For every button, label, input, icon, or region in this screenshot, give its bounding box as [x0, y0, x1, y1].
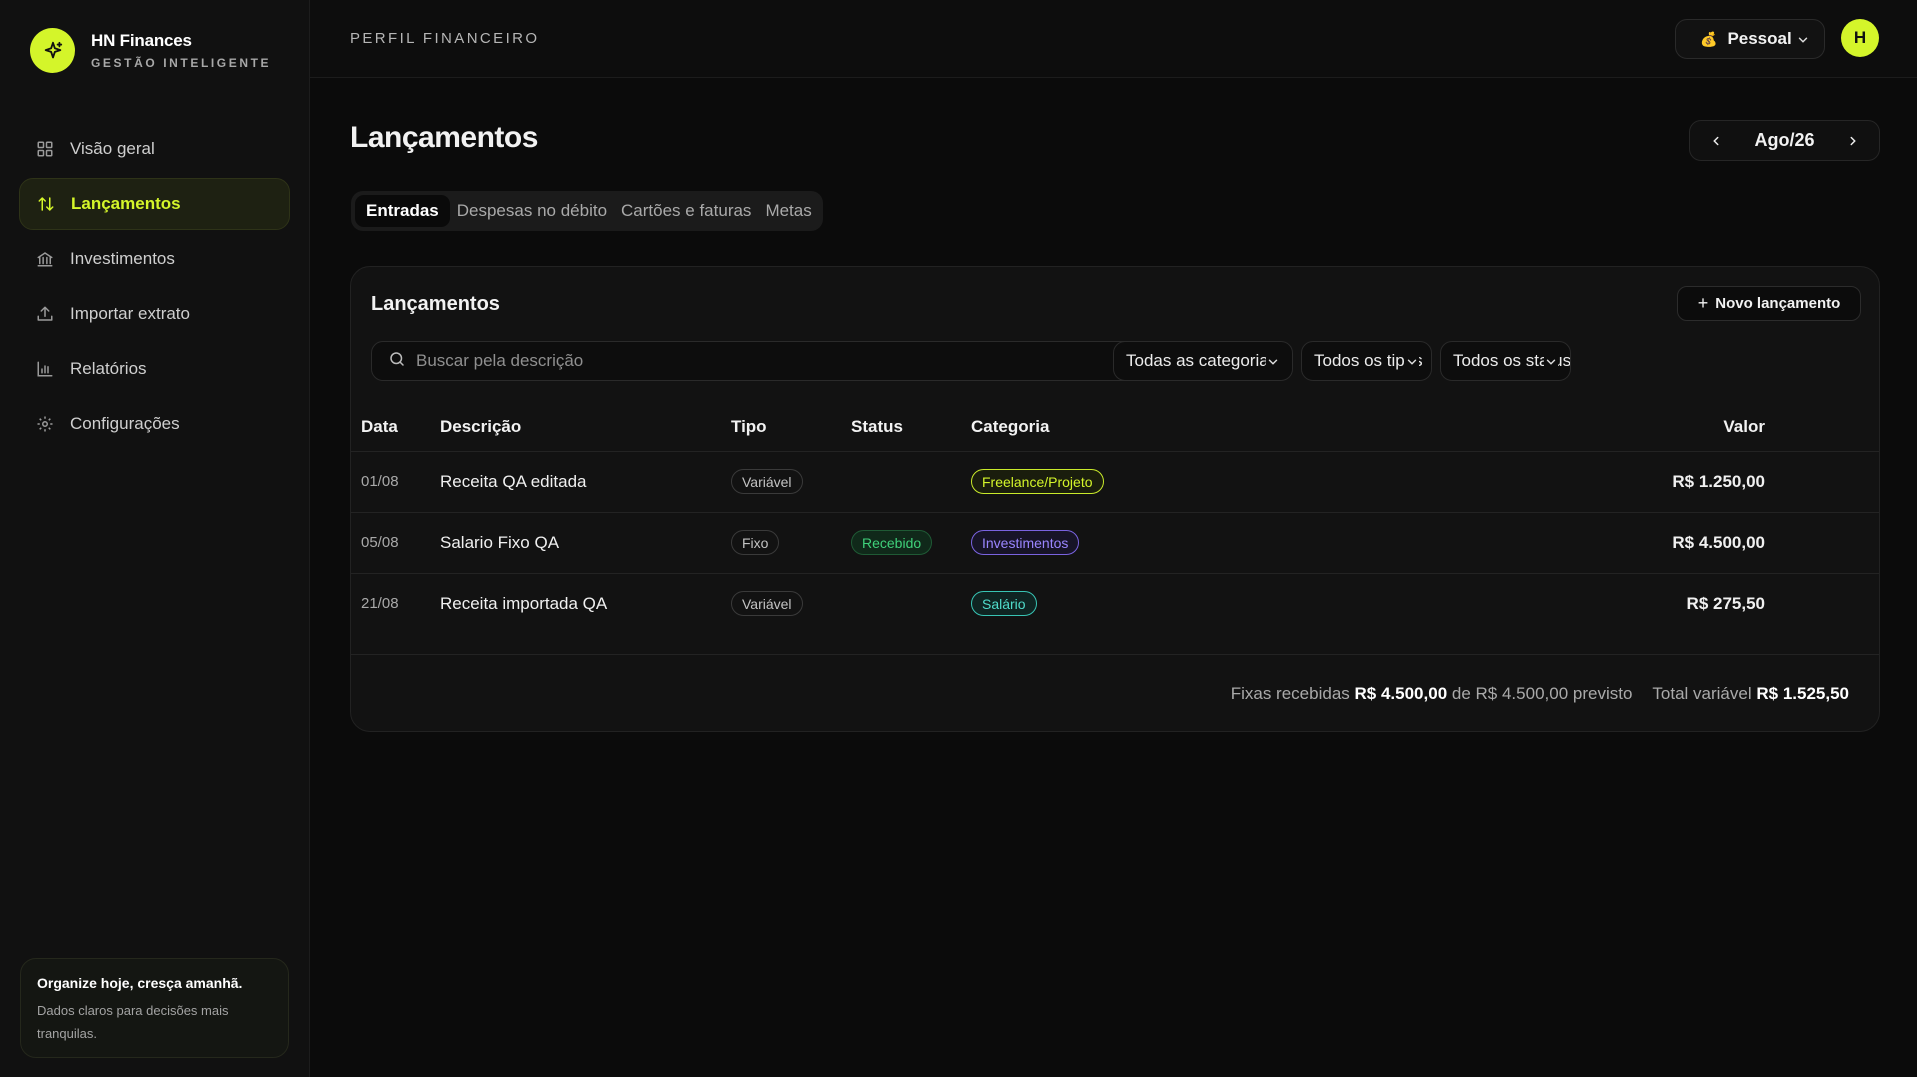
totals-footer: Fixas recebidas R$ 4.500,00 de R$ 4.500,… [351, 654, 1879, 732]
tab-cartoes-faturas[interactable]: Cartões e faturas [614, 195, 758, 227]
topbar: PERFIL FINANCEIRO 💰 Pessoal H [310, 0, 1917, 78]
tab-metas[interactable]: Metas [758, 195, 818, 227]
category-badge: Investimentos [971, 530, 1080, 555]
chevron-down-icon [1544, 354, 1558, 374]
transactions-table: Data Descrição Tipo Status Categoria Val… [351, 402, 1879, 635]
sidebar-item-label: Lançamentos [71, 194, 181, 213]
sidebar-item-relatorios[interactable]: Relatórios [19, 343, 290, 395]
category-filter[interactable]: Todas as categorias [1113, 341, 1293, 381]
tip-body: Dados claros para decisões mais tranquil… [37, 1003, 229, 1041]
status-filter[interactable]: Todos os status [1440, 341, 1571, 381]
column-status[interactable]: Status [851, 417, 903, 437]
chevron-down-icon [1266, 354, 1280, 374]
month-navigator: Ago/26 [1689, 120, 1880, 161]
plus-icon: + [1697, 293, 1709, 313]
profile-select[interactable]: 💰 Pessoal [1675, 19, 1825, 59]
row-value: R$ 1.250,00 [1672, 472, 1765, 491]
table-row[interactable]: 01/08 Receita QA editada Variável Freela… [351, 452, 1879, 513]
row-value: R$ 275,50 [1686, 594, 1765, 613]
sidebar-item-label: Configurações [70, 414, 180, 433]
tabs: Entradas Despesas no débito Cartões e fa… [351, 191, 823, 231]
bank-icon [35, 249, 55, 269]
column-category[interactable]: Categoria [971, 417, 1049, 437]
tab-despesas-debito[interactable]: Despesas no débito [450, 195, 614, 227]
column-date[interactable]: Data [361, 417, 398, 437]
type-badge: Fixo [731, 530, 780, 555]
new-transaction-label: Novo lançamento [1715, 295, 1841, 312]
tip-title: Organize hoje, cresça amanhã. [37, 975, 243, 991]
chevron-left-icon[interactable] [1706, 131, 1726, 151]
row-date: 05/08 [361, 534, 399, 551]
sparkle-icon [30, 28, 75, 73]
table-row[interactable]: 21/08 Receita importada QA Variável Salá… [351, 574, 1879, 635]
sidebar-item-importar-extrato[interactable]: Importar extrato [19, 288, 290, 340]
sidebar-nav: Visão geral Lançamentos Investimentos Im… [19, 123, 290, 453]
fixed-label: Fixas recebidas [1230, 683, 1350, 703]
sidebar-item-label: Visão geral [70, 139, 155, 158]
new-transaction-button[interactable]: + Novo lançamento [1677, 286, 1861, 321]
variable-value: R$ 1.525,50 [1756, 683, 1849, 703]
fixed-expected: de R$ 4.500,00 previsto [1451, 683, 1633, 703]
category-badge: Freelance/Projeto [971, 469, 1104, 494]
gear-icon [35, 414, 55, 434]
month-label: Ago/26 [1754, 130, 1815, 150]
tab-entradas[interactable]: Entradas [355, 195, 450, 227]
page-title: Lançamentos [350, 121, 538, 154]
category-filter-value: Todas as categorias [1126, 351, 1278, 370]
column-description[interactable]: Descrição [440, 417, 521, 437]
sidebar-item-label: Relatórios [70, 359, 147, 378]
sidebar-item-label: Investimentos [70, 249, 175, 268]
arrows-up-down-icon [36, 194, 56, 214]
tip-card: Organize hoje, cresça amanhã. Dados clar… [20, 958, 289, 1058]
type-filter[interactable]: Todos os tipos [1301, 341, 1432, 381]
category-badge: Salário [971, 591, 1037, 616]
chevron-down-icon [1796, 32, 1810, 52]
bar-chart-icon [35, 359, 55, 379]
variable-label: Total variável [1652, 683, 1752, 703]
row-description: Receita QA editada [440, 472, 587, 491]
sidebar-item-visao-geral[interactable]: Visão geral [19, 123, 290, 175]
topbar-title: PERFIL FINANCEIRO [350, 30, 540, 47]
chevron-down-icon [1405, 354, 1419, 374]
row-description: Salario Fixo QA [440, 533, 560, 552]
transactions-card: Lançamentos + Novo lançamento Todas as c… [350, 266, 1880, 732]
table-row[interactable]: 05/08 Salario Fixo QA Fixo Recebido Inve… [351, 513, 1879, 574]
row-date: 21/08 [361, 595, 399, 612]
sidebar-item-lancamentos[interactable]: Lançamentos [19, 178, 290, 230]
brand-name: HN Finances [91, 31, 192, 50]
grid-icon [35, 139, 55, 159]
profile-label: Pessoal [1727, 29, 1792, 48]
search-icon [388, 350, 406, 373]
row-description: Receita importada QA [440, 594, 608, 613]
upload-icon [35, 304, 55, 324]
column-value[interactable]: Valor [1723, 417, 1765, 437]
type-badge: Variável [731, 591, 803, 616]
status-badge: Recebido [851, 530, 933, 555]
table-header: Data Descrição Tipo Status Categoria Val… [351, 402, 1879, 452]
money-bag-icon: 💰 [1700, 30, 1718, 47]
chevron-right-icon[interactable] [1843, 131, 1863, 151]
sidebar-item-configuracoes[interactable]: Configurações [19, 398, 290, 450]
row-date: 01/08 [361, 473, 399, 490]
row-value: R$ 4.500,00 [1672, 533, 1765, 552]
type-badge: Variável [731, 469, 803, 494]
column-type[interactable]: Tipo [731, 417, 767, 437]
sidebar-item-label: Importar extrato [70, 304, 190, 323]
avatar[interactable]: H [1841, 19, 1879, 57]
fixed-value: R$ 4.500,00 [1354, 683, 1448, 703]
brand[interactable]: HN Finances GESTÃO INTELIGENTE [30, 28, 271, 73]
sidebar: HN Finances GESTÃO INTELIGENTE Visão ger… [0, 0, 310, 1077]
brand-subtitle: GESTÃO INTELIGENTE [91, 56, 272, 70]
card-title: Lançamentos [371, 293, 500, 315]
sidebar-item-investimentos[interactable]: Investimentos [19, 233, 290, 285]
